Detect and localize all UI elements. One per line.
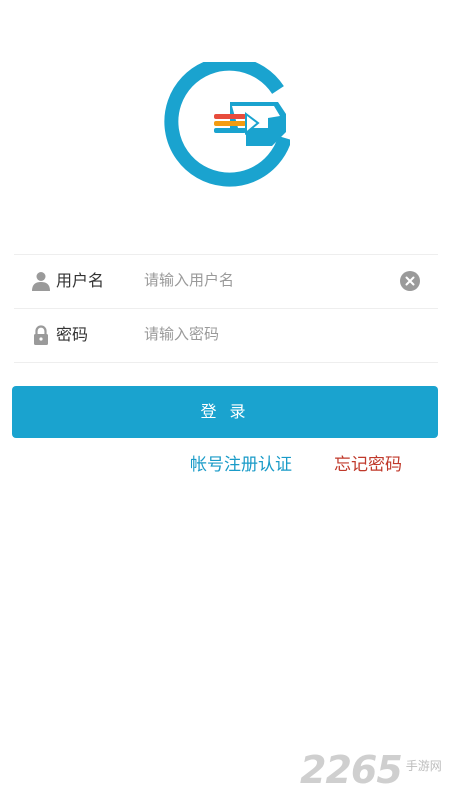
- lock-icon: [34, 325, 48, 345]
- username-row: 用户名: [14, 254, 438, 308]
- app-logo: [164, 62, 290, 187]
- login-button[interactable]: 登 录: [12, 386, 438, 438]
- forgot-password-link[interactable]: 忘记密码: [334, 450, 402, 475]
- register-link[interactable]: 帐号注册认证: [190, 450, 292, 475]
- watermark-text: 手游网: [405, 758, 442, 773]
- site-watermark: 2265 手游网: [300, 748, 442, 792]
- clear-username-button[interactable]: [400, 271, 420, 291]
- username-label: 用户名: [56, 271, 105, 290]
- watermark-number: 2265: [300, 748, 403, 792]
- close-icon: [405, 276, 415, 286]
- password-label: 密码: [56, 325, 89, 344]
- user-icon: [32, 272, 50, 291]
- password-input[interactable]: [144, 323, 394, 345]
- login-screen: 用户名 密码 登 录 帐号注册认证 忘记密码 2265 手游网: [0, 0, 450, 800]
- password-row: 密码: [14, 308, 438, 363]
- username-input[interactable]: [144, 269, 394, 291]
- login-form: 用户名 密码: [14, 254, 438, 363]
